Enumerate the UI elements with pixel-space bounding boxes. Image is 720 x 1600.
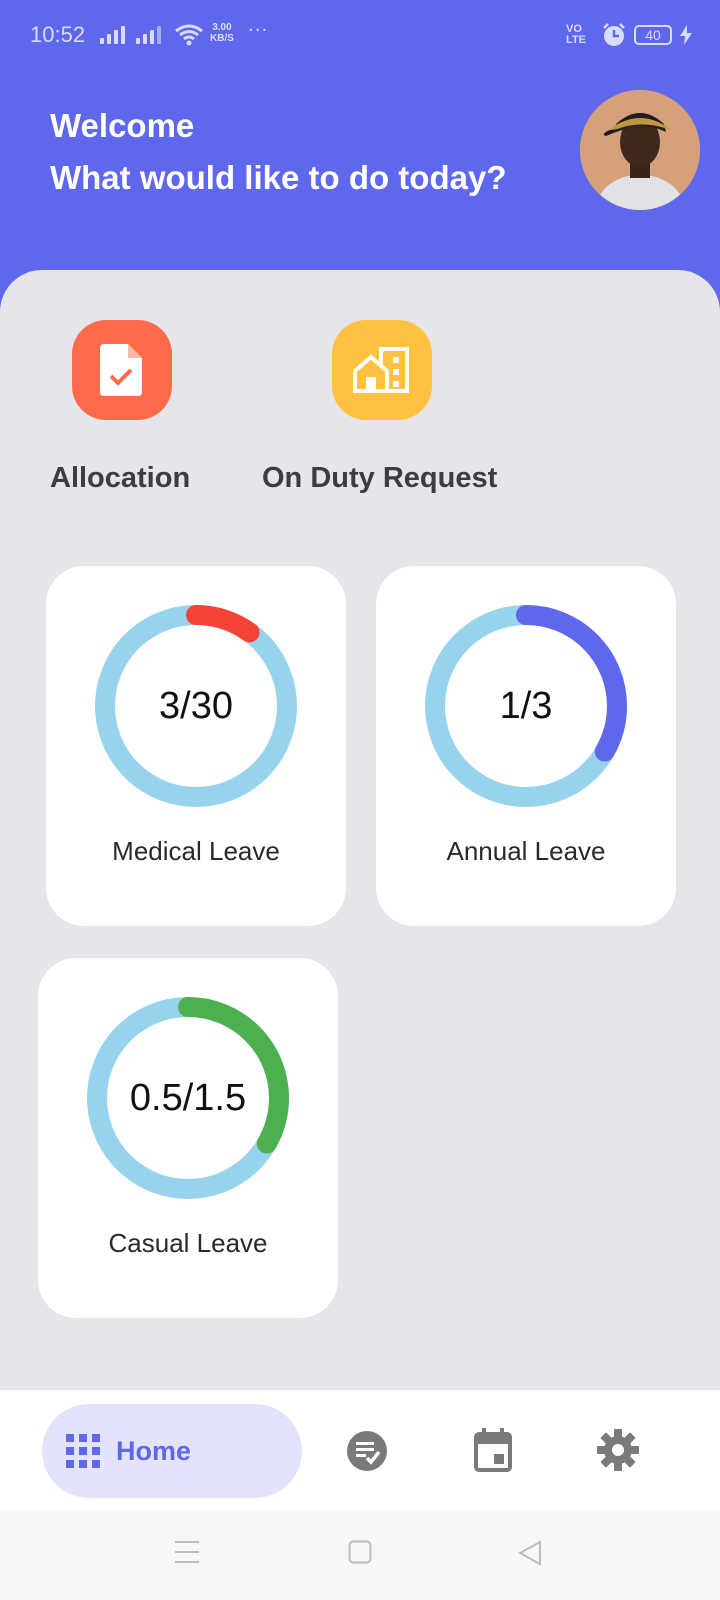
- network-speed-value: 3.00: [212, 22, 232, 33]
- tasks-check-icon[interactable]: [346, 1430, 388, 1472]
- content-area: Allocation On Duty Request 3/30 Medical …: [0, 270, 720, 1390]
- menu-icon[interactable]: [174, 1540, 200, 1564]
- alarm-icon: [603, 23, 625, 46]
- on-duty-request-label[interactable]: On Duty Request: [262, 462, 497, 495]
- back-triangle-icon[interactable]: [518, 1540, 542, 1566]
- home-grid-icon: [66, 1434, 100, 1468]
- medical-leave-ring: 3/30: [94, 604, 298, 808]
- settings-gear-icon[interactable]: [596, 1428, 640, 1472]
- bottom-nav: Home: [0, 1390, 720, 1510]
- allocation-icon-tile: [72, 320, 172, 420]
- allocation-action[interactable]: [72, 320, 172, 420]
- casual-leave-label: Casual Leave: [108, 1228, 268, 1258]
- annual-leave-count: 1/3: [499, 684, 553, 727]
- casual-leave-card[interactable]: 0.5/1.5 Casual Leave: [38, 958, 338, 1318]
- status-bar: 10:52 3.00 KB/S ··· VO LTE 40: [0, 0, 720, 72]
- battery-icon: 40: [634, 25, 672, 45]
- network-speed: 3.00 KB/S: [210, 22, 234, 44]
- building-icon: [353, 347, 409, 393]
- medical-leave-label: Medical Leave: [112, 836, 280, 866]
- document-check-icon: [100, 344, 142, 396]
- more-notifications: ···: [248, 20, 269, 41]
- greeting: Welcome: [50, 107, 195, 144]
- signal-icon-2: [136, 26, 164, 44]
- annual-leave-label: Annual Leave: [446, 836, 606, 866]
- status-time: 10:52: [30, 22, 86, 47]
- signal-icon: [100, 26, 128, 44]
- welcome-header: Welcome What would like to do today?: [50, 100, 506, 204]
- volte-indicator: VO LTE: [566, 23, 586, 46]
- on-duty-icon-tile: [332, 320, 432, 420]
- casual-leave-count: 0.5/1.5: [129, 1076, 247, 1119]
- medical-leave-count: 3/30: [159, 684, 233, 727]
- annual-leave-card[interactable]: 1/3 Annual Leave: [376, 566, 676, 926]
- annual-leave-ring: 1/3: [424, 604, 628, 808]
- nav-home-label: Home: [116, 1435, 192, 1466]
- system-nav-bar: [0, 1510, 720, 1600]
- allocation-label[interactable]: Allocation: [50, 462, 190, 495]
- casual-leave-ring: 0.5/1.5: [86, 996, 290, 1200]
- charging-icon: [680, 25, 692, 45]
- home-square-icon[interactable]: [348, 1540, 372, 1564]
- user-avatar[interactable]: [580, 90, 700, 210]
- avatar-portrait: [580, 90, 700, 210]
- wifi-icon: [175, 24, 203, 46]
- network-speed-unit: KB/S: [210, 33, 234, 44]
- on-duty-request-action[interactable]: [332, 320, 432, 420]
- greeting-subtitle: What would like to do today?: [50, 159, 507, 196]
- calendar-icon[interactable]: [474, 1428, 512, 1472]
- nav-home-button[interactable]: Home: [42, 1404, 302, 1498]
- medical-leave-card[interactable]: 3/30 Medical Leave: [46, 566, 346, 926]
